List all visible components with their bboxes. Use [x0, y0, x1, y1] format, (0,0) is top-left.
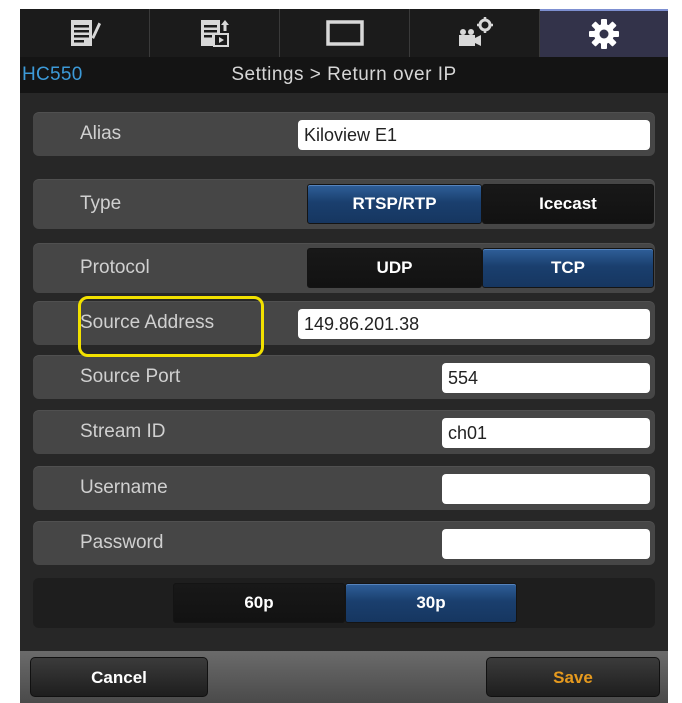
source-port-label: Source Port	[80, 366, 181, 387]
protocol-row: Protocol UDP TCP	[33, 243, 655, 293]
alias-row: Alias	[33, 112, 655, 156]
tab-monitor[interactable]	[280, 9, 410, 57]
app-window: HC550 Settings > Return over IP Alias Ty…	[20, 9, 668, 703]
stream-id-row: Stream ID	[33, 410, 655, 454]
tab-edit-list[interactable]	[20, 9, 150, 57]
source-port-row: Source Port	[33, 355, 655, 399]
stream-id-input[interactable]	[442, 418, 650, 448]
monitor-icon	[325, 20, 364, 46]
password-input[interactable]	[442, 529, 650, 559]
alias-label: Alias	[80, 123, 122, 144]
cancel-button[interactable]: Cancel	[30, 657, 208, 697]
type-label: Type	[80, 193, 122, 214]
action-bar: Cancel Save	[20, 651, 668, 703]
type-icecast-button[interactable]: Icecast	[482, 184, 654, 224]
tab-bar	[20, 9, 668, 57]
source-address-input[interactable]	[298, 309, 650, 339]
list-edit-icon	[70, 20, 101, 46]
list-export-icon	[200, 20, 229, 47]
stream-id-label: Stream ID	[80, 421, 166, 442]
source-address-highlight	[78, 296, 264, 357]
protocol-udp-button[interactable]: UDP	[307, 248, 482, 288]
source-port-input[interactable]	[442, 363, 650, 393]
password-label: Password	[80, 532, 164, 553]
gear-icon	[589, 19, 619, 49]
frame-rate-30p-button[interactable]: 30p	[345, 583, 517, 623]
tab-settings[interactable]	[540, 9, 668, 57]
frame-rate-60p-button[interactable]: 60p	[173, 583, 345, 623]
type-row: Type RTSP/RTP Icecast	[33, 179, 655, 229]
tab-camera-settings[interactable]	[410, 9, 540, 57]
type-rtsp-rtp-button[interactable]: RTSP/RTP	[307, 184, 482, 224]
protocol-label: Protocol	[80, 257, 150, 278]
save-button[interactable]: Save	[486, 657, 660, 697]
header-bar: HC550 Settings > Return over IP	[20, 57, 668, 93]
protocol-tcp-button[interactable]: TCP	[482, 248, 654, 288]
page-title: Settings > Return over IP	[231, 64, 457, 85]
alias-input[interactable]	[298, 120, 650, 150]
username-input[interactable]	[442, 474, 650, 504]
username-label: Username	[80, 477, 168, 498]
password-row: Password	[33, 521, 655, 565]
camera-settings-icon	[458, 17, 493, 46]
username-row: Username	[33, 466, 655, 510]
tab-export-list[interactable]	[150, 9, 280, 57]
frame-rate-selector: 60p 30p	[33, 578, 655, 628]
